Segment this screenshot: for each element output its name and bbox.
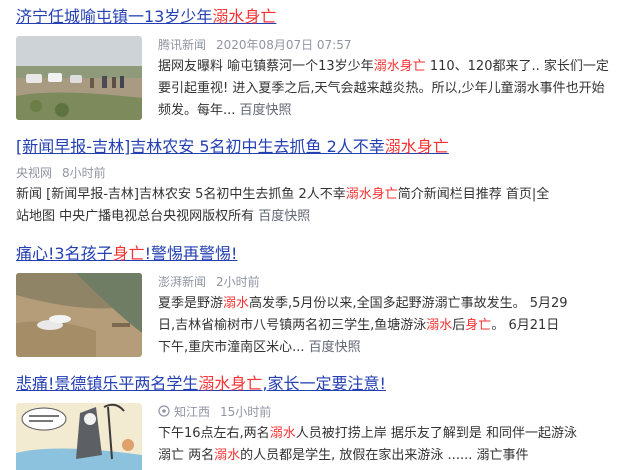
riverbank-shoes-picture (16, 273, 142, 357)
title-text: [新闻早报-吉林]吉林农安 5名初中生去抓鱼 2人不幸 (16, 137, 385, 156)
source-name: 腾讯新闻 (158, 38, 207, 52)
abstract-highlight: 溺水 (426, 318, 453, 333)
source-name: 知江西 (174, 405, 211, 419)
title-text: 痛心!3名孩子 (16, 244, 113, 263)
result-abstract: 据网友曝料 喻屯镇蔡河一个13岁少年溺水身亡 110、120都来了.. 家长们一… (158, 56, 610, 122)
snapshot-link[interactable]: 百度快照 (240, 103, 292, 118)
title-text-tail: ,家长一定要注意! (262, 374, 386, 393)
publish-time: 8小时前 (62, 166, 106, 180)
crowd-by-river-picture (16, 36, 142, 120)
result-item: 痛心!3名孩子身亡!警惕再警惕! 澎湃新闻 2小时前 夏季是野游溺水高发季,5月份… (16, 243, 626, 363)
result-item: [新闻早报-吉林]吉林农安 5名初中生去抓鱼 2人不幸溺水身亡 央视网 8小时前 … (16, 136, 626, 228)
publish-time: 2小时前 (216, 275, 260, 289)
thumbnail-image[interactable] (16, 403, 142, 470)
result-abstract: 下午16点左右,两名溺水人员被打捞上岸 据乐友了解到是 和同伴一起游泳溺亡 两名… (158, 423, 578, 467)
title-text-tail: !警惕再警惕! (144, 244, 238, 263)
abstract-text: 夏季是野游 (158, 296, 224, 311)
title-text: 济宁任城喻屯镇一13岁少年 (16, 7, 213, 26)
thumbnail-image[interactable] (16, 273, 142, 357)
publish-time: 2020年08月07日 07:57 (216, 38, 352, 52)
thumbnail-image[interactable] (16, 36, 142, 120)
result-title-link[interactable]: 痛心!3名孩子身亡!警惕再警惕! (16, 243, 626, 265)
abstract-text: 的人员都是学生, 放假在家出来游泳 ...... 溺亡事件 (240, 448, 529, 463)
source-logo-icon (158, 404, 170, 417)
source-info: 央视网 8小时前 (16, 164, 106, 182)
result-item: 济宁任城喻屯镇一13岁少年溺水身亡 腾讯新闻 2020年08月07日 07:57 … (16, 6, 626, 122)
title-highlight: 身亡 (112, 244, 145, 263)
abstract-highlight: 身亡 (465, 318, 492, 333)
abstract-highlight: 溺水身亡 (345, 187, 398, 202)
publish-time: 15小时前 (220, 405, 272, 419)
source-info: 知江西 15小时前 (158, 403, 271, 421)
abstract-text: 据网友曝料 喻屯镇蔡河一个13岁少年 (158, 59, 374, 74)
result-title-link[interactable]: 济宁任城喻屯镇一13岁少年溺水身亡 (16, 6, 626, 28)
abstract-text: 新闻 [新闻早报-吉林]吉林农安 5名初中生去抓鱼 2人不幸 (16, 187, 346, 202)
abstract-text: 后 (452, 318, 466, 333)
source-name: 澎湃新闻 (158, 275, 207, 289)
title-text: 悲痛!景德镇乐平两名学生 (16, 374, 199, 393)
result-abstract: 夏季是野游溺水高发季,5月份以来,全国多起野游溺亡事故发生。 5月29日,吉林省… (158, 293, 568, 359)
result-abstract: 新闻 [新闻早报-吉林]吉林农安 5名初中生去抓鱼 2人不幸溺水身亡简介新闻栏目… (16, 184, 556, 228)
result-title-link[interactable]: [新闻早报-吉林]吉林农安 5名初中生去抓鱼 2人不幸溺水身亡 (16, 136, 626, 158)
abstract-highlight: 溺水身亡 (373, 59, 426, 74)
title-highlight: 溺水身亡 (212, 7, 277, 26)
abstract-highlight: 溺水 (214, 448, 241, 463)
source-info: 腾讯新闻 2020年08月07日 07:57 (158, 36, 352, 54)
abstract-highlight: 溺水 (269, 426, 296, 441)
title-highlight: 溺水身亡 (198, 374, 263, 393)
snapshot-link[interactable]: 百度快照 (258, 209, 310, 224)
abstract-text: 下午16点左右,两名 (158, 426, 270, 441)
snapshot-link[interactable]: 百度快照 (309, 340, 361, 355)
source-info: 澎湃新闻 2小时前 (158, 273, 260, 291)
warning-cartoon-picture (16, 403, 142, 470)
title-highlight: 溺水身亡 (384, 137, 449, 156)
result-title-link[interactable]: 悲痛!景德镇乐平两名学生溺水身亡,家长一定要注意! (16, 373, 626, 395)
abstract-highlight: 溺水 (223, 296, 250, 311)
source-name: 央视网 (16, 166, 53, 180)
result-item: 悲痛!景德镇乐平两名学生溺水身亡,家长一定要注意! 知江西 15小时前 下午16点… (16, 373, 626, 470)
